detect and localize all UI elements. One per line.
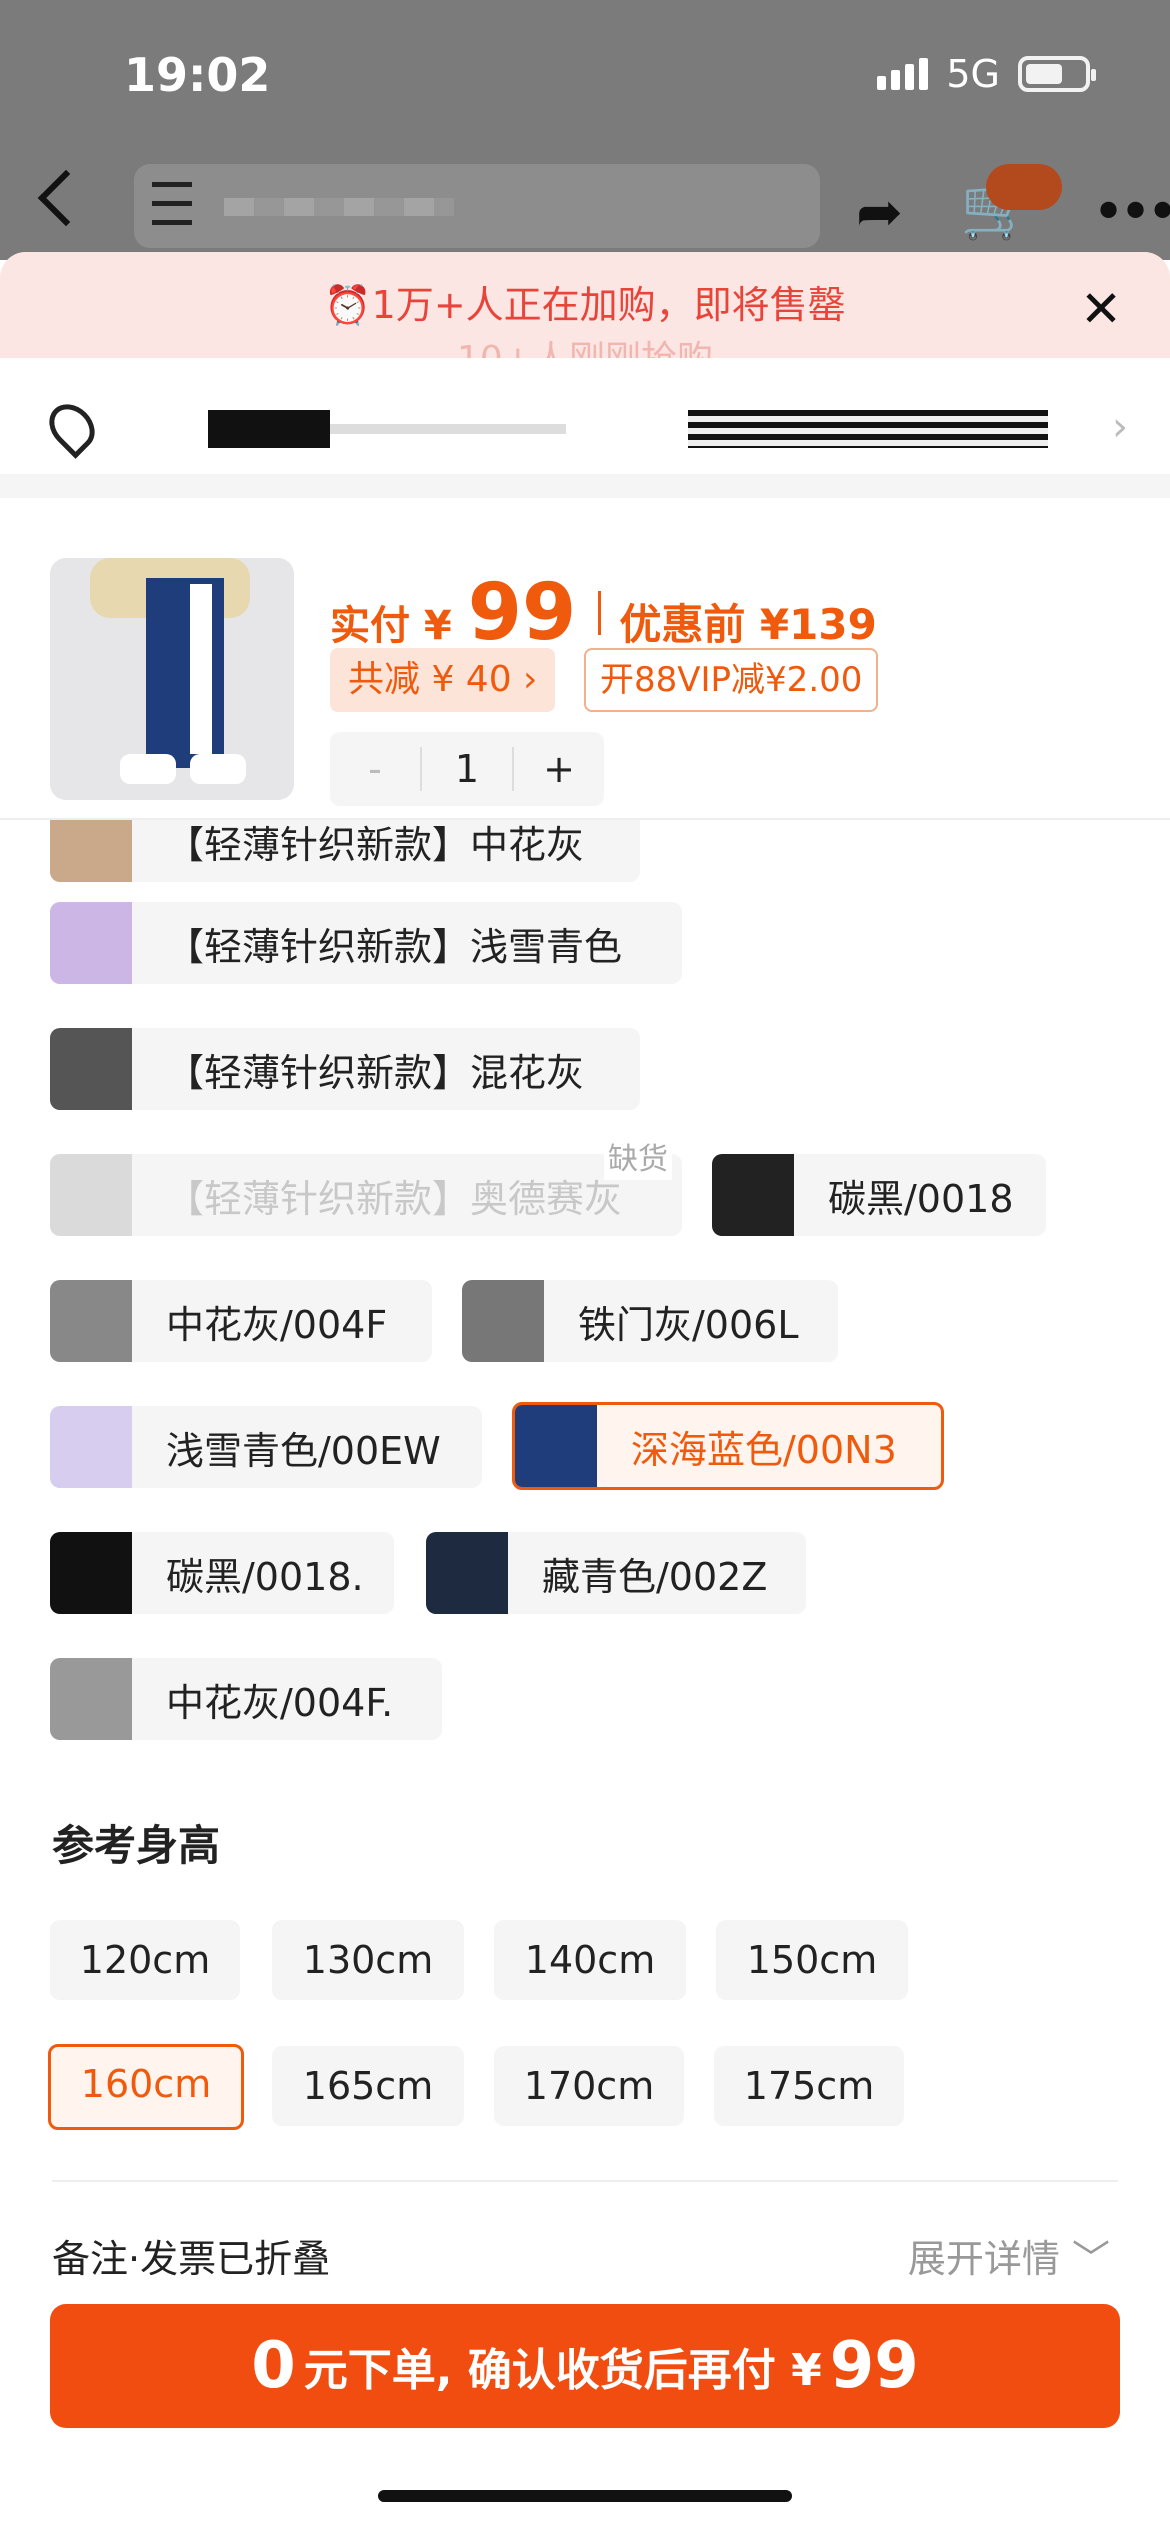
color-option-disabled: 【轻薄针织新款】奥德赛灰 [50,1154,682,1236]
expand-details-link[interactable]: 展开详情 ﹀ [908,2228,1110,2283]
search-text-redacted [224,198,454,216]
color-option[interactable]: 浅雪青色/00EW [50,1406,482,1488]
color-thumb [426,1532,508,1614]
close-icon[interactable]: ✕ [1080,280,1122,338]
qty-minus-button[interactable]: - [330,747,422,791]
price-before: 优惠前 ¥139 [619,600,877,649]
color-option[interactable]: 碳黑/0018. [50,1532,394,1614]
color-label: 中花灰/004F. [166,1680,394,1725]
share-icon[interactable]: ➦ [856,180,903,245]
qty-value[interactable]: 1 [422,747,512,791]
sku-sheet: ⏰1万+人正在加购，即将售罄 10+人刚刚抢购 ✕ › 实付 ¥ 99 优惠前 … [0,252,1170,2532]
remark-label: 备注·发票已折叠 [52,2237,331,2281]
color-option[interactable]: 【轻薄针织新款】浅雪青色 [50,902,682,984]
size-option[interactable]: 150cm [716,1920,908,2000]
signal-icon [877,58,929,90]
color-thumb [515,1405,597,1487]
background-page-overlay: 19:02 5G ➦ 🛒 ••• [0,0,1170,260]
search-bar[interactable] [134,164,820,248]
color-thumb [50,1028,132,1110]
urgency-banner: ⏰1万+人正在加购，即将售罄 10+人刚刚抢购 ✕ [0,252,1170,380]
price-label: 实付 ¥ [330,603,452,649]
network-label: 5G [946,52,1000,96]
color-label: 铁门灰/006L [578,1302,799,1347]
battery-icon [1018,56,1096,92]
color-option[interactable]: 中花灰/004F [50,1280,432,1362]
chevron-right-icon: › [1112,404,1128,450]
color-thumb [50,1406,132,1488]
size-option[interactable]: 120cm [50,1920,240,2000]
color-option[interactable]: 【轻薄针织新款】混花灰 [50,1028,640,1110]
color-thumb [462,1280,544,1362]
vip-tag[interactable]: 开88VIP减¥2.00 [584,648,879,712]
color-label: 中花灰/004F [166,1302,388,1347]
discount-tag[interactable]: 共减 ¥ 40 › [330,648,556,712]
alarm-icon: ⏰ [324,283,372,327]
address-redacted [330,424,566,434]
cart-badge [986,164,1062,210]
product-image [50,558,294,800]
status-indicators: 5G [877,52,1096,96]
place-order-button[interactable]: 0 元下单, 确认收货后再付 ¥ 99 [50,2304,1120,2428]
color-option[interactable]: 中花灰/004F. [50,1658,442,1740]
back-icon[interactable] [37,169,95,227]
banner-text: 1万+人正在加购，即将售罄 [371,283,846,327]
color-option[interactable]: 铁门灰/006L [462,1280,838,1362]
status-time: 19:02 [124,48,271,102]
more-icon[interactable]: ••• [1092,180,1170,245]
color-label: 碳黑/0018 [828,1176,1014,1221]
location-pin-icon [40,395,104,459]
color-option-selected[interactable]: 深海蓝色/00N3 [512,1402,944,1490]
color-label: 浅雪青色/00EW [166,1428,441,1473]
color-thumb [50,902,132,984]
color-thumb [50,1280,132,1362]
quantity-stepper: - 1 + [330,732,604,806]
color-label: 深海蓝色/00N3 [631,1427,897,1472]
size-option-selected[interactable]: 160cm [48,2044,244,2130]
address-redacted [688,410,1048,448]
qty-plus-button[interactable]: + [512,747,604,791]
divider [52,2180,1118,2182]
color-label: 【轻薄针织新款】奥德赛灰 [166,1176,623,1221]
color-label: 【轻薄针织新款】混花灰 [166,1050,585,1095]
size-option[interactable]: 140cm [494,1920,686,2000]
out-of-stock-badge: 缺货 [604,1132,672,1180]
price-value: 99 [467,568,577,658]
product-summary: 实付 ¥ 99 优惠前 ¥139 共减 ¥ 40 › 开88VIP减¥2.00 … [0,520,1170,820]
color-option[interactable]: 碳黑/0018 [712,1154,1046,1236]
color-label: 碳黑/0018. [166,1554,364,1599]
menu-icon [152,182,192,230]
color-thumb [50,1532,132,1614]
size-section-title: 参考身高 [52,1821,221,1870]
color-thumb [712,1154,794,1236]
color-thumb [50,1658,132,1740]
address-redacted [208,410,330,448]
size-option[interactable]: 170cm [494,2046,684,2126]
size-option[interactable]: 165cm [272,2046,464,2126]
address-row[interactable]: › [0,358,1170,498]
color-label: 藏青色/002Z [542,1554,768,1599]
home-indicator [378,2490,792,2502]
color-thumb [50,1154,132,1236]
color-label: 【轻薄针织新款】浅雪青色 [166,924,623,969]
size-option[interactable]: 175cm [714,2046,904,2126]
color-option[interactable]: 藏青色/002Z [426,1532,806,1614]
size-option[interactable]: 130cm [272,1920,464,2000]
